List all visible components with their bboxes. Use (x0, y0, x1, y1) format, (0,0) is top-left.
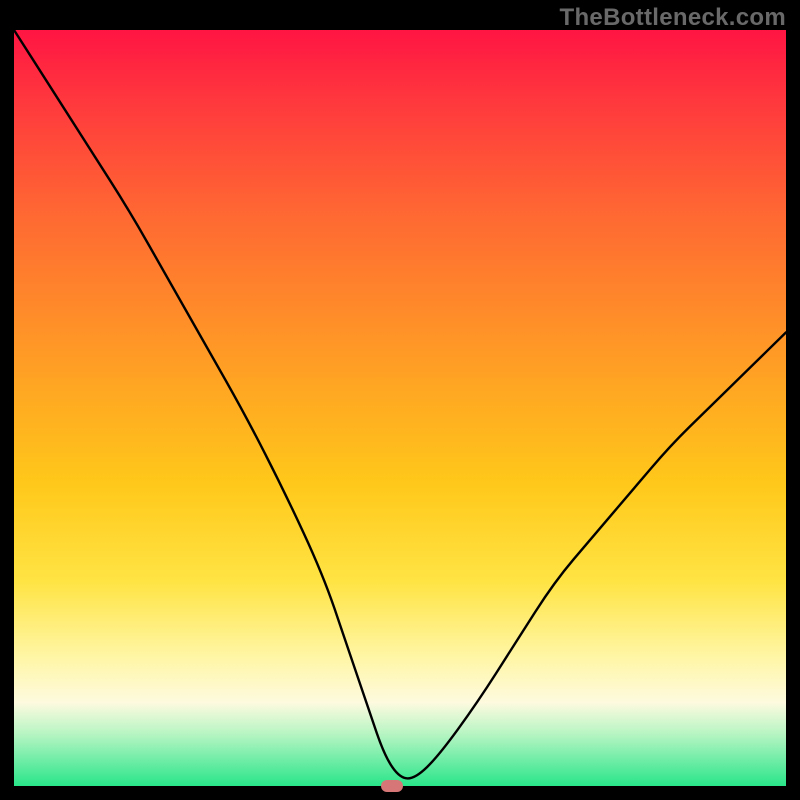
plot-gradient-area (14, 30, 786, 786)
bottleneck-marker (381, 780, 403, 792)
watermark-text: TheBottleneck.com (560, 4, 786, 32)
bottleneck-curve (14, 30, 786, 786)
chart-frame: TheBottleneck.com (0, 0, 800, 800)
